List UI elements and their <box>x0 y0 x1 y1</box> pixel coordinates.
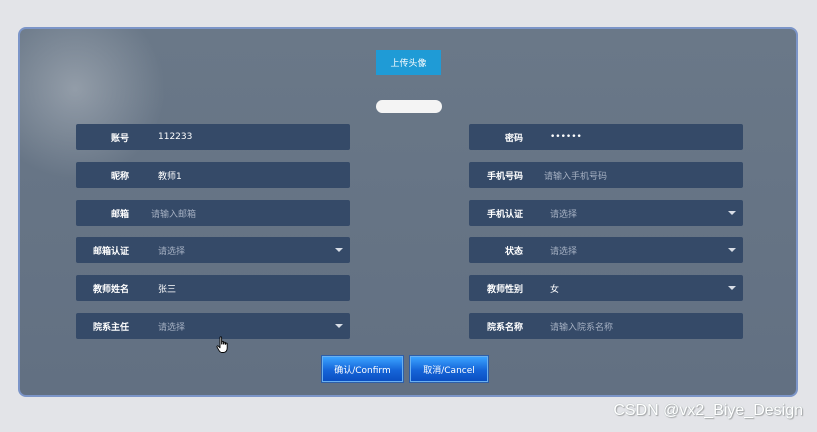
chevron-down-icon[interactable] <box>728 248 736 252</box>
avatar-preview[interactable] <box>376 100 442 113</box>
password-label: 密码 <box>504 133 523 144</box>
dept-name-input[interactable]: 请输入院系名称 <box>550 320 613 333</box>
watermark-text: CSDN @vx2_Biye_Design <box>613 402 803 419</box>
teacher-name-input[interactable]: 张三 <box>158 282 176 295</box>
account-label: 账号 <box>110 133 129 144</box>
status-select[interactable]: 状态 请选择 <box>469 237 743 263</box>
phone-verify-select[interactable]: 手机认证 请选择 <box>469 200 743 226</box>
nickname-input[interactable]: 教师1 <box>158 169 182 182</box>
teacher-name-label: 教师姓名 <box>92 284 129 295</box>
phone-verify-label: 手机认证 <box>486 209 523 220</box>
upload-avatar-button[interactable]: 上传头像 <box>376 50 441 75</box>
nickname-label: 昵称 <box>110 171 129 182</box>
dept-head-label: 院系主任 <box>92 322 129 333</box>
dept-name-field[interactable]: 院系名称 请输入院系名称 <box>469 313 743 339</box>
account-input[interactable]: 112233 <box>158 132 192 142</box>
nickname-field[interactable]: 昵称 教师1 <box>76 162 350 188</box>
email-verify-value: 请选择 <box>158 246 186 257</box>
dept-head-value: 请选择 <box>158 322 186 333</box>
phone-input[interactable]: 请输入手机号码 <box>544 169 607 182</box>
gender-select[interactable]: 教师性别 女 <box>469 275 743 301</box>
email-field[interactable]: 邮箱 请输入邮箱 <box>76 200 350 226</box>
email-verify-label: 邮箱认证 <box>92 246 129 257</box>
chevron-down-icon[interactable] <box>335 248 343 252</box>
email-input[interactable]: 请输入邮箱 <box>151 207 196 220</box>
teacher-name-field[interactable]: 教师姓名 张三 <box>76 275 350 301</box>
status-value: 请选择 <box>550 246 578 257</box>
password-input[interactable]: •••••• <box>550 132 582 142</box>
dept-name-label: 院系名称 <box>486 322 523 333</box>
phone-label: 手机号码 <box>486 171 523 182</box>
status-label: 状态 <box>504 246 523 257</box>
account-field[interactable]: 账号 112233 <box>76 124 350 150</box>
email-verify-select[interactable]: 邮箱认证 请选择 <box>76 237 350 263</box>
hand-pointer-icon <box>216 336 228 353</box>
phone-verify-value: 请选择 <box>550 209 578 220</box>
cancel-button[interactable]: 取消/Cancel <box>410 356 488 382</box>
gender-value: 女 <box>550 284 560 295</box>
chevron-down-icon[interactable] <box>728 211 736 215</box>
phone-field[interactable]: 手机号码 请输入手机号码 <box>469 162 743 188</box>
email-label: 邮箱 <box>110 209 129 220</box>
gender-label: 教师性别 <box>486 284 523 295</box>
dept-head-select[interactable]: 院系主任 请选择 <box>76 313 350 339</box>
password-field[interactable]: 密码 •••••• <box>469 124 743 150</box>
chevron-down-icon[interactable] <box>335 324 343 328</box>
confirm-button[interactable]: 确认/Confirm <box>322 356 403 382</box>
chevron-down-icon[interactable] <box>728 286 736 290</box>
